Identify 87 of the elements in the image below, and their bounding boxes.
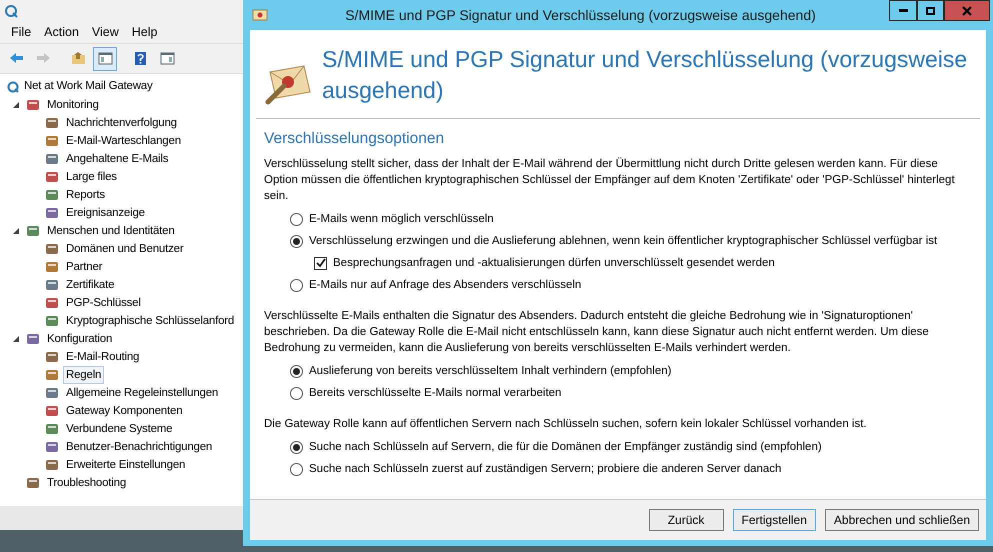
- node-icon: [25, 475, 41, 491]
- menu-item[interactable]: Help: [126, 23, 162, 42]
- radio-label: Suche nach Schlüsseln zuerst auf zuständigen Servern; probiere die anderen Server danach: [309, 462, 782, 477]
- node-icon: [44, 421, 60, 437]
- tree-item[interactable]: Regeln: [63, 366, 104, 384]
- node-icon: [44, 259, 60, 275]
- tree-item[interactable]: Domänen und Benutzer: [63, 240, 186, 258]
- radio-button[interactable]: [290, 462, 303, 476]
- radio-button[interactable]: [290, 212, 303, 226]
- node-icon: [44, 151, 60, 167]
- app-icon: [4, 4, 18, 18]
- tree-item[interactable]: Konfiguration: [44, 330, 116, 348]
- node-icon: [44, 169, 60, 185]
- radio-button[interactable]: [290, 234, 303, 248]
- tree-item[interactable]: Benutzer-Benachrichtigungen: [63, 438, 216, 456]
- radio-label: Bereits verschlüsselte E-Mails normal verarbeiten: [309, 386, 562, 401]
- node-icon: [44, 205, 60, 221]
- close-icon: [962, 6, 972, 16]
- minimize-icon: [898, 9, 908, 12]
- node-icon: [44, 367, 60, 383]
- tree-item[interactable]: Troubleshooting: [44, 474, 130, 492]
- radio-button[interactable]: [290, 386, 303, 400]
- tree-item[interactable]: Large files: [63, 168, 120, 186]
- maximize-icon: [926, 6, 935, 14]
- node-icon: [44, 349, 60, 365]
- description-text: Verschlüsselte E-Mails enthalten die Signatur des Absenders. Dadurch entsteht die gleiche Bedrohung wie in 'Signaturoptionen' beschrieben. Da die Gateway Rolle die E-Mail nicht entschlüsseln kann, kann diese Signatur auch nicht entfernt werden. Um diese Bedrohung zu vermeiden, kann die Auslieferung von bereits verschlüsselten E-Mails verhindert werden.: [264, 309, 930, 356]
- dialog-heading: S/MIME und PGP Signatur und Verschlüsselung (vorzugsweise ausgehend): [322, 45, 968, 105]
- radio-label: Verschlüsselung erzwingen und die Auslieferung ablehnen, wenn kein öffentlicher kryptographischer Schlüssel verfügbar ist: [309, 234, 938, 249]
- radio-label: Suche nach Schlüsseln auf Servern, die für die Domänen der Empfänger zuständig sind (empfohlen): [309, 440, 822, 455]
- node-icon: [44, 457, 60, 473]
- tree-item[interactable]: Net at Work Mail Gateway: [24, 78, 153, 96]
- tree-item[interactable]: Erweiterte Einstellungen: [63, 456, 188, 474]
- tree-item[interactable]: E-Mail-Warteschlangen: [63, 132, 184, 150]
- menu-item[interactable]: Action: [39, 23, 84, 42]
- node-icon: [25, 97, 41, 113]
- dialog-button[interactable]: Zurück: [648, 509, 724, 531]
- tree-item[interactable]: E-Mail-Routing: [63, 348, 142, 366]
- envelope-icon: [252, 8, 268, 22]
- node-icon: [44, 187, 60, 203]
- tree-item[interactable]: Reports: [63, 186, 108, 204]
- node-icon: [25, 223, 41, 239]
- tree-item[interactable]: Monitoring: [44, 96, 102, 114]
- node-icon: [44, 295, 60, 311]
- radio-button[interactable]: [290, 364, 303, 378]
- tree-item[interactable]: Nachrichtenverfolgung: [63, 114, 180, 132]
- expand-arrow-icon[interactable]: [12, 227, 20, 235]
- magnifier-icon: [6, 80, 20, 94]
- radio-label: E-Mails nur auf Anfrage des Absenders verschlüsseln: [309, 278, 582, 293]
- menu-item[interactable]: File: [6, 23, 36, 42]
- checkbox-label: Besprechungsanfragen und -aktualisierungen dürfen unverschlüsselt gesendet werden: [333, 256, 775, 271]
- tree-item[interactable]: Ereignisanzeige: [63, 204, 148, 222]
- radio-label: E-Mails wenn möglich verschlüsseln: [309, 212, 494, 227]
- maximize-button[interactable]: [917, 0, 944, 21]
- radio-button[interactable]: [290, 440, 303, 454]
- dialog-button[interactable]: Fertigstellen: [732, 509, 816, 531]
- minimize-button[interactable]: [889, 0, 917, 21]
- node-icon: [44, 115, 60, 131]
- tree-item[interactable]: Partner: [63, 258, 106, 276]
- node-icon: [44, 241, 60, 257]
- node-icon: [44, 439, 60, 455]
- node-icon: [44, 133, 60, 149]
- tree-item[interactable]: Kryptographische Schlüsselanford: [63, 312, 238, 330]
- dialog-button[interactable]: Abbrechen und schließen: [824, 509, 979, 531]
- node-icon: [44, 385, 60, 401]
- tree-item[interactable]: Zertifikate: [63, 276, 118, 294]
- tree-item[interactable]: Verbundene Systeme: [63, 420, 176, 438]
- tree-item[interactable]: PGP-Schlüssel: [63, 294, 144, 312]
- section-heading: Verschlüsselungsoptionen: [264, 129, 446, 149]
- radio-button[interactable]: [290, 278, 303, 292]
- close-button[interactable]: [944, 0, 990, 21]
- expand-arrow-icon[interactable]: [12, 335, 20, 343]
- tree-item[interactable]: Menschen und Identitäten: [44, 222, 178, 240]
- node-icon: [44, 313, 60, 329]
- tree-item[interactable]: Gateway Komponenten: [63, 402, 186, 420]
- expand-arrow-icon[interactable]: [12, 101, 20, 109]
- node-icon: [25, 331, 41, 347]
- panel-icon[interactable]: [93, 46, 117, 70]
- menu-item[interactable]: View: [86, 23, 124, 42]
- radio-label: Auslieferung von bereits verschlüsseltem Inhalt verhindern (empfohlen): [309, 364, 672, 379]
- window-title: S/MIME und PGP Signatur und Verschlüsselung (vorzugsweise ausgehend): [345, 6, 816, 25]
- node-icon: [44, 277, 60, 293]
- tree-item[interactable]: Allgemeine Regeleinstellungen: [63, 384, 222, 402]
- description-text: Verschlüsselung stellt sicher, dass der Inhalt der E-Mail während der Übermittlung nicht durch Dritte gelesen werden kann. Für diese Option müssen die öffentlichen kryptographischen Schlüssel der Empfänger auf dem Knoten 'Zertifikate' oder 'PGP-Schlüssel' hinterlegt sein.: [264, 156, 956, 204]
- description-text: Die Gateway Rolle kann auf öffentlichen Servern nach Schlüsseln suchen, sofern kein lokaler Schlüssel vorhanden ist.: [264, 417, 868, 432]
- checkbox[interactable]: [314, 256, 327, 270]
- tree-item[interactable]: Angehaltene E-Mails: [63, 150, 172, 168]
- node-icon: [44, 403, 60, 419]
